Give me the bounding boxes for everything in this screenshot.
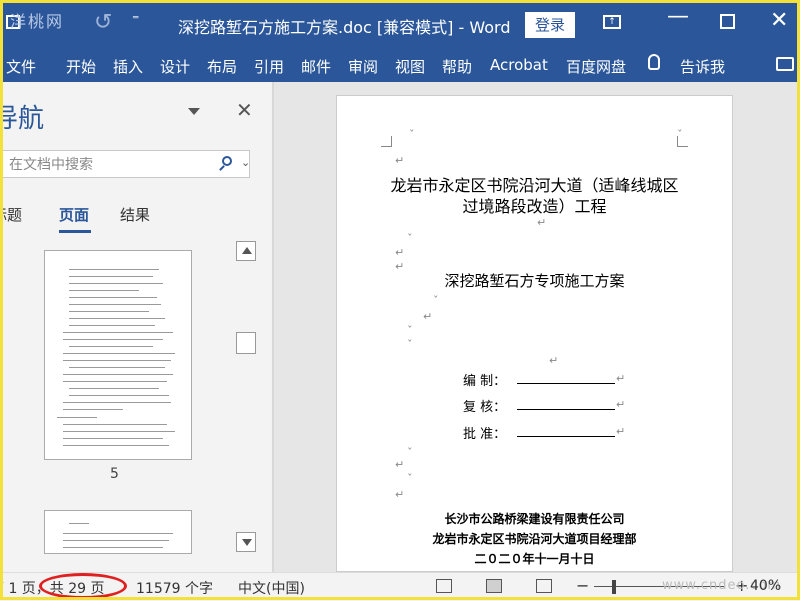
search-input[interactable]: [7, 154, 216, 176]
document-title-line2: 过境路段改造）工程: [462, 197, 607, 216]
paragraph-mark: ˇ: [407, 324, 413, 337]
paragraph-mark: ˇ: [407, 232, 413, 245]
tab-help[interactable]: 帮助: [442, 56, 472, 77]
title-bar: 洋桃网 ↺ ⁼ 深挖路堑石方施工方案.doc [兼容模式] - Word 登录 …: [0, 0, 800, 48]
tab-view[interactable]: 视图: [395, 56, 425, 77]
ribbon-tabs: 文件 开始 插入 设计 布局 引用 邮件 审阅 视图 帮助 Acrobat 百度…: [0, 48, 800, 82]
scroll-down-button[interactable]: [236, 532, 256, 552]
tab-acrobat[interactable]: Acrobat: [490, 56, 548, 74]
print-layout-icon[interactable]: [486, 579, 502, 593]
crop-mark: [381, 136, 392, 147]
chevron-down-icon: [242, 539, 252, 546]
document-subtitle: 深挖路堑石方专项施工方案: [444, 272, 625, 290]
ribbon-display-options-icon[interactable]: ↑: [603, 15, 621, 29]
active-tab-indicator: [59, 230, 91, 233]
word-count-status[interactable]: 11579 个字: [136, 578, 213, 598]
zoom-level[interactable]: 40%: [750, 578, 781, 594]
tab-results[interactable]: 结果: [120, 204, 150, 225]
window-title: 深挖路堑石方施工方案.doc [兼容模式] - Word: [178, 18, 511, 37]
tab-home[interactable]: 开始: [66, 56, 96, 77]
tab-layout[interactable]: 布局: [207, 56, 237, 77]
tell-me-box[interactable]: 告诉我: [680, 56, 725, 77]
quick-access-dropdown-icon[interactable]: ⁼: [132, 12, 139, 28]
comments-icon[interactable]: [776, 57, 794, 71]
undo-icon[interactable]: ↺: [94, 10, 112, 35]
pane-close-icon[interactable]: ✕: [236, 98, 253, 122]
project-department: 龙岩市永定区书院沿河大道项目经理部: [432, 532, 637, 546]
document-page[interactable]: ˇ ˇ ↵ 龙岩市永定区书院沿河大道（适峰线城区 过境路段改造）工程 ↵ ˇ ↵…: [336, 95, 733, 572]
paragraph-mark: ↵: [616, 372, 626, 385]
paragraph-mark: ˇ: [407, 446, 413, 459]
lightbulb-icon[interactable]: [648, 54, 660, 70]
scroll-thumb[interactable]: [236, 332, 256, 354]
page-thumbnail-5[interactable]: [44, 250, 192, 460]
paragraph-mark: ↵: [616, 425, 626, 438]
paragraph-mark: ˇ: [407, 338, 413, 351]
zoom-out-icon[interactable]: −: [576, 576, 589, 595]
zoom-slider-thumb[interactable]: [612, 580, 616, 594]
paragraph-mark: ↵: [616, 398, 626, 411]
tab-mailings[interactable]: 邮件: [301, 56, 331, 77]
paragraph-mark: ˇ: [677, 128, 683, 141]
document-date: 二０二０年十一月十日: [474, 552, 595, 566]
navigation-pane-title: 导航: [0, 104, 45, 134]
paragraph-mark: ↵: [395, 154, 405, 167]
read-mode-icon[interactable]: [436, 579, 452, 593]
thumbnail-scrollbar[interactable]: [236, 238, 258, 554]
paragraph-mark: ˇ: [407, 472, 413, 485]
tab-references[interactable]: 引用: [254, 56, 284, 77]
search-options-dropdown-icon[interactable]: ⌄: [241, 156, 250, 169]
tab-design[interactable]: 设计: [160, 56, 190, 77]
field-label-review: 复 核：: [463, 400, 507, 415]
tab-baidu-netdisk[interactable]: 百度网盘: [566, 56, 626, 77]
tab-insert[interactable]: 插入: [113, 56, 143, 77]
pane-options-dropdown-icon[interactable]: [188, 108, 200, 115]
paragraph-mark: ˇ: [433, 294, 439, 307]
close-icon[interactable]: ✕: [770, 8, 788, 33]
field-label-approve: 批 准：: [463, 427, 507, 442]
paragraph-mark: ↵: [549, 354, 559, 367]
field-label-compile: 编 制：: [463, 374, 507, 389]
highlight-ellipse: [39, 573, 127, 599]
scroll-up-button[interactable]: [236, 241, 256, 261]
tab-review[interactable]: 审阅: [348, 56, 378, 77]
minimize-icon[interactable]: —: [667, 4, 689, 29]
paragraph-mark: ↵: [423, 310, 433, 323]
tab-file[interactable]: 文件: [6, 56, 36, 77]
paragraph-mark: ↵: [395, 488, 405, 501]
chevron-up-icon: [242, 247, 252, 254]
thumbnail-page-number: 5: [110, 466, 119, 482]
watermark-logo: 洋桃网: [10, 12, 65, 31]
tab-pages[interactable]: 页面: [59, 204, 89, 225]
language-status[interactable]: 中文(中国): [238, 578, 305, 598]
paragraph-mark: ↵: [537, 216, 547, 229]
maximize-icon[interactable]: [720, 14, 735, 29]
login-button[interactable]: 登录: [525, 12, 575, 38]
signature-line-approve: [517, 436, 615, 437]
search-icon[interactable]: [222, 156, 232, 166]
company-name: 长沙市公路桥梁建设有限责任公司: [444, 512, 625, 526]
signature-line-compile: [517, 383, 615, 384]
document-canvas[interactable]: ˇ ˇ ↵ 龙岩市永定区书院沿河大道（适峰线城区 过境路段改造）工程 ↵ ˇ ↵…: [274, 82, 800, 572]
signature-line-review: [517, 409, 615, 410]
tab-headings[interactable]: 标题: [0, 204, 22, 225]
paragraph-mark: ˇ: [409, 128, 415, 141]
web-layout-icon[interactable]: [536, 579, 552, 593]
navigation-pane: 导航 ✕ ⌄ 标题 页面 结果 5: [0, 82, 272, 572]
paragraph-mark: ↵: [395, 458, 405, 471]
status-bar: 第 1 页，共 29 页 11579 个字 中文(中国) − + www.cnd…: [0, 572, 800, 601]
paragraph-mark: ↵: [395, 246, 405, 259]
page-thumbnail-6[interactable]: [44, 510, 192, 554]
document-search-box: ⌄: [0, 150, 250, 178]
